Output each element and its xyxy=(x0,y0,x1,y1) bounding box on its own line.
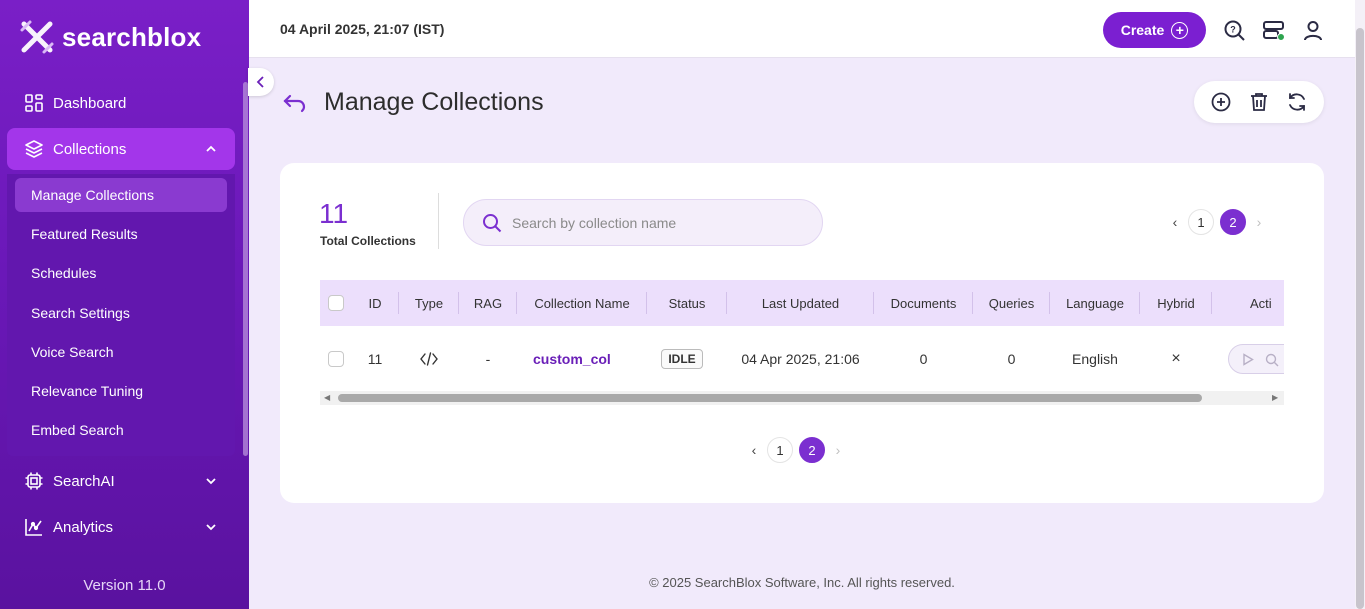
create-button[interactable]: Create + xyxy=(1103,12,1206,48)
cell-hybrid: × xyxy=(1171,350,1181,367)
collapse-sidebar-button[interactable] xyxy=(248,68,274,96)
row-actions xyxy=(1228,344,1284,374)
sidebar-item-analytics[interactable]: Analytics xyxy=(7,506,235,548)
search-help-icon[interactable]: ? xyxy=(1223,19,1247,43)
top-pagination: ‹ 1 2 › xyxy=(1165,209,1269,235)
refresh-icon[interactable] xyxy=(1286,91,1308,113)
sidebar-subitem-manage-collections[interactable]: Manage Collections xyxy=(15,178,227,212)
col-header-documents[interactable]: Documents xyxy=(875,280,972,326)
chip-icon xyxy=(24,471,44,491)
col-header-type[interactable]: Type xyxy=(400,280,458,326)
collections-submenu: Manage Collections Featured Results Sche… xyxy=(7,174,235,456)
sidebar-item-collections[interactable]: Collections xyxy=(7,128,235,170)
chevron-up-icon xyxy=(205,142,217,159)
page-2-button[interactable]: 2 xyxy=(1220,209,1246,235)
add-collection-icon[interactable] xyxy=(1210,91,1232,113)
sidebar-item-label: Collections xyxy=(53,140,127,158)
col-header-collection-name[interactable]: Collection Name xyxy=(518,280,646,326)
logo[interactable]: searchblox xyxy=(18,18,201,56)
col-header-last-updated[interactable]: Last Updated xyxy=(728,280,873,326)
col-header-language[interactable]: Language xyxy=(1051,280,1139,326)
sidebar-item-dashboard[interactable]: Dashboard xyxy=(7,82,235,124)
table-header: ID Type RAG Collection Name Status Last … xyxy=(320,280,1284,326)
chevron-down-icon xyxy=(205,520,217,537)
server-status-icon[interactable] xyxy=(1262,19,1286,43)
table-row: 11 - custom_col IDLE 04 Apr 2025, 21:06 … xyxy=(320,326,1284,392)
total-collections-label: Total Collections xyxy=(320,234,416,248)
col-header-status[interactable]: Status xyxy=(648,280,726,326)
chevron-left-icon xyxy=(256,76,264,88)
cell-rag: - xyxy=(485,351,491,367)
sidebar-subitem-relevance-tuning[interactable]: Relevance Tuning xyxy=(15,374,227,408)
col-header-hybrid[interactable]: Hybrid xyxy=(1141,280,1211,326)
logo-text: searchblox xyxy=(62,21,202,52)
sidebar: searchblox Dashboard Collections Manage … xyxy=(0,0,249,609)
sidebar-subitem-schedules[interactable]: Schedules xyxy=(15,256,227,290)
grid-icon xyxy=(24,93,44,113)
prev-page-icon[interactable]: ‹ xyxy=(744,438,764,462)
page-2-button[interactable]: 2 xyxy=(799,437,825,463)
play-icon[interactable] xyxy=(1242,353,1254,366)
row-checkbox[interactable] xyxy=(328,351,344,367)
search-icon xyxy=(483,213,502,232)
trash-icon[interactable] xyxy=(1248,91,1270,113)
sidebar-item-label: SearchAI xyxy=(53,472,115,490)
sidebar-subitem-featured-results[interactable]: Featured Results xyxy=(15,217,227,251)
divider xyxy=(438,193,439,249)
sidebar-subitem-search-settings[interactable]: Search Settings xyxy=(15,296,227,330)
page-1-button[interactable]: 1 xyxy=(767,437,793,463)
top-bar: 04 April 2025, 21:07 (IST) Create + ? xyxy=(249,0,1365,58)
footer-copyright: © 2025 SearchBlox Software, Inc. All rig… xyxy=(649,575,955,590)
sidebar-subitem-embed-search[interactable]: Embed Search xyxy=(15,413,227,447)
page-scrollbar[interactable] xyxy=(1355,0,1365,609)
svg-text:?: ? xyxy=(1230,25,1236,35)
user-icon[interactable] xyxy=(1301,19,1325,43)
sidebar-scrollbar[interactable] xyxy=(243,82,248,456)
cell-queries: 0 xyxy=(1007,351,1016,367)
col-header-actions[interactable]: Acti xyxy=(1250,280,1284,326)
collections-card: 11 Total Collections ‹ 1 2 › ID Type RAG… xyxy=(280,163,1324,503)
cell-documents: 0 xyxy=(919,351,928,367)
total-collections-count: 11 xyxy=(319,198,349,229)
collections-table: ID Type RAG Collection Name Status Last … xyxy=(320,280,1284,406)
next-page-icon[interactable]: › xyxy=(828,438,848,462)
sidebar-item-searchai[interactable]: SearchAI xyxy=(7,460,235,502)
sidebar-item-label: Analytics xyxy=(53,518,114,536)
back-arrow-icon[interactable] xyxy=(283,92,307,119)
col-header-rag[interactable]: RAG xyxy=(460,280,516,326)
search-icon[interactable] xyxy=(1265,353,1279,367)
table-horizontal-scrollbar[interactable]: ◀ ▶ xyxy=(320,391,1284,405)
searchblox-logo-icon xyxy=(18,18,56,56)
create-button-label: Create xyxy=(1120,22,1165,38)
chart-icon xyxy=(24,517,44,537)
current-datetime: 04 April 2025, 21:07 (IST) xyxy=(280,21,445,37)
cell-id: 11 xyxy=(367,351,383,367)
bottom-pagination: ‹ 1 2 › xyxy=(744,437,848,463)
col-header-queries[interactable]: Queries xyxy=(974,280,1049,326)
layers-icon xyxy=(24,139,44,159)
sidebar-item-label: Dashboard xyxy=(53,94,127,112)
status-badge: IDLE xyxy=(661,349,703,369)
sidebar-subitem-voice-search[interactable]: Voice Search xyxy=(15,335,227,369)
collection-name-link[interactable]: custom_col xyxy=(533,351,611,367)
search-input[interactable] xyxy=(512,214,802,231)
next-page-icon[interactable]: › xyxy=(1249,210,1269,234)
plus-circle-icon: + xyxy=(1171,21,1189,39)
code-icon xyxy=(400,326,458,392)
collection-search[interactable] xyxy=(463,199,823,246)
prev-page-icon[interactable]: ‹ xyxy=(1165,210,1185,234)
col-header-id[interactable]: ID xyxy=(360,280,390,326)
collection-actions xyxy=(1194,81,1324,123)
page-title: Manage Collections xyxy=(324,88,544,116)
cell-last-updated: 04 Apr 2025, 21:06 xyxy=(741,351,860,367)
cell-language: English xyxy=(1072,351,1118,367)
page-1-button[interactable]: 1 xyxy=(1188,209,1214,235)
select-all-checkbox[interactable] xyxy=(328,295,344,311)
chevron-down-icon xyxy=(205,474,217,491)
version-label: Version 11.0 xyxy=(83,577,166,594)
